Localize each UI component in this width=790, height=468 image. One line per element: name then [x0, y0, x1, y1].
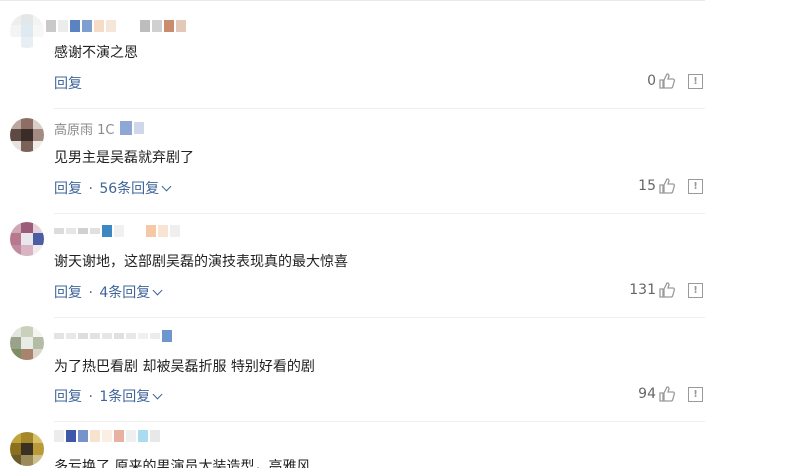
report-icon[interactable]: ! — [688, 283, 703, 298]
comment-text: 感谢不演之恩 — [54, 45, 138, 61]
avatar[interactable] — [10, 326, 44, 360]
username[interactable]: 高原雨 1C — [54, 119, 145, 138]
comment-divider — [54, 213, 705, 214]
reply-label[interactable]: 回复 — [54, 76, 82, 92]
comment-text: 多亏换了 原来的男演员太装造型，高雅风 — [54, 459, 311, 468]
like-count: 131 — [629, 282, 656, 298]
reply-link[interactable]: 回复 — [54, 73, 82, 93]
reply-label[interactable]: 回复 — [54, 389, 82, 405]
comment-text: 见男主是吴磊就弃剧了 — [54, 150, 194, 166]
sub-replies-toggle[interactable]: 56条回复 — [99, 181, 159, 197]
thumbs-up-icon[interactable] — [658, 177, 676, 195]
comment-divider — [54, 421, 705, 422]
username-pixelated[interactable] — [54, 223, 180, 239]
reply-label[interactable]: 回复 — [54, 181, 82, 197]
reply-link[interactable]: 回复 · 56条回复 — [54, 178, 172, 198]
thumbs-up-icon[interactable] — [658, 72, 676, 90]
like-count: 94 — [638, 386, 656, 402]
separator: · — [88, 181, 93, 197]
thumbs-up-icon[interactable] — [658, 281, 676, 299]
username-pixelated[interactable] — [54, 428, 160, 444]
reply-link[interactable]: 回复 · 1条回复 — [54, 386, 163, 406]
comment-text: 为了热巴看剧 却被吴磊折服 特别好看的剧 — [54, 359, 315, 375]
comment-divider — [54, 108, 705, 109]
username-pixelated[interactable] — [54, 328, 172, 344]
reply-label[interactable]: 回复 — [54, 285, 82, 301]
report-icon[interactable]: ! — [688, 74, 703, 89]
sub-replies-toggle[interactable]: 1条回复 — [99, 389, 150, 405]
avatar[interactable] — [10, 432, 44, 466]
comment-divider — [54, 317, 705, 318]
like-count: 15 — [638, 178, 656, 194]
avatar[interactable] — [10, 222, 44, 256]
chevron-down-icon[interactable] — [161, 181, 172, 192]
thumbs-up-icon[interactable] — [658, 385, 676, 403]
report-icon[interactable]: ! — [688, 179, 703, 194]
sub-replies-toggle[interactable]: 4条回复 — [99, 285, 150, 301]
top-divider — [0, 0, 705, 1]
like-count: 0 — [647, 73, 656, 89]
avatar[interactable] — [10, 14, 44, 48]
separator: · — [88, 389, 93, 405]
chevron-down-icon[interactable] — [152, 389, 163, 400]
username-text[interactable]: 高原雨 1C — [54, 119, 114, 138]
avatar[interactable] — [10, 118, 44, 152]
separator: · — [88, 285, 93, 301]
reply-link[interactable]: 回复 · 4条回复 — [54, 282, 163, 302]
username-pixelated[interactable] — [46, 18, 186, 34]
report-icon[interactable]: ! — [688, 387, 703, 402]
chevron-down-icon[interactable] — [152, 285, 163, 296]
comment-text: 谢天谢地，这部剧吴磊的演技表现真的最大惊喜 — [54, 254, 348, 270]
comment-section: 感谢不演之恩 回复 0 ! 高原雨 1C 见男主是吴磊就弃剧了 回复 · 56条… — [0, 0, 790, 468]
